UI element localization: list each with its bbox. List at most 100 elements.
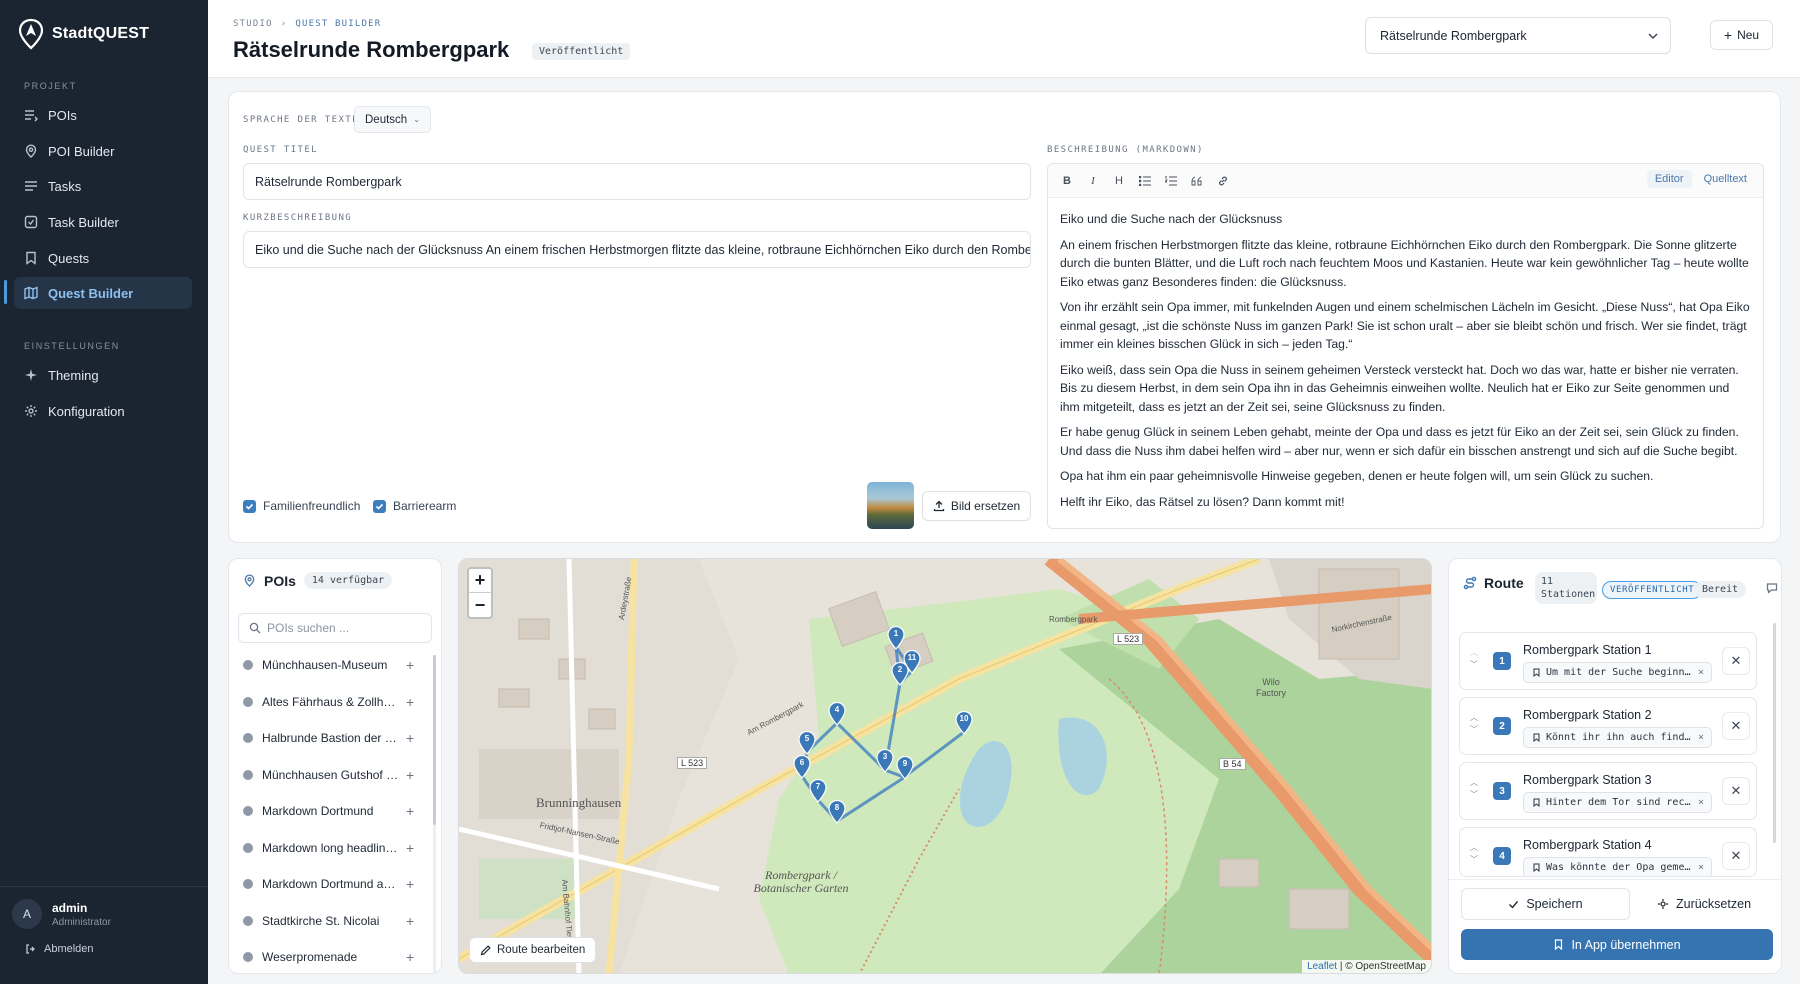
new-quest-button[interactable]: + Neu	[1710, 20, 1773, 50]
add-poi-button[interactable]: +	[406, 694, 414, 710]
poi-search-input[interactable]: POIs suchen ...	[238, 613, 432, 643]
reset-button[interactable]: Zurücksetzen	[1635, 888, 1773, 920]
zoom-out-button[interactable]: −	[469, 593, 491, 617]
link-icon[interactable]	[1216, 174, 1230, 188]
route-station[interactable]: ︿ ﹀ 1 Rombergpark Station 1 Um mit der Su…	[1459, 632, 1757, 690]
add-poi-button[interactable]: +	[406, 876, 414, 892]
family-friendly-checkbox[interactable]: Familienfreundlich	[243, 499, 360, 513]
station-task-tag[interactable]: Hinter dem Tor sind recht viele ×	[1523, 792, 1712, 813]
poi-list-item[interactable]: Markdown long headline example +	[229, 830, 441, 867]
short-description-input[interactable]: Eiko und die Suche nach der Glücksnuss A…	[243, 231, 1031, 268]
map-marker-6[interactable]: 6	[793, 755, 811, 779]
route-map[interactable]: Brunninghausen Rombergpark / Botanischer…	[458, 558, 1432, 974]
leaflet-link[interactable]: Leaflet	[1307, 961, 1337, 972]
station-task-tag[interactable]: Um mit der Suche beginnen zu können ×	[1523, 662, 1712, 683]
remove-task-icon[interactable]: ×	[1698, 732, 1704, 743]
language-select[interactable]: Deutsch ⌄	[354, 106, 431, 133]
quest-select[interactable]: Rätselrunde Rombergpark	[1365, 17, 1671, 54]
user-profile[interactable]: A admin Administrator	[12, 899, 196, 929]
bold-button[interactable]: B	[1060, 174, 1074, 188]
remove-station-button[interactable]: ✕	[1722, 647, 1750, 675]
add-poi-button[interactable]: +	[406, 730, 414, 746]
tab-editor[interactable]: Editor	[1646, 170, 1692, 188]
move-down-icon[interactable]: ﹀	[1469, 724, 1479, 736]
route-station[interactable]: ︿ ﹀ 2 Rombergpark Station 2 Könnt ihr ihn…	[1459, 697, 1757, 755]
move-up-icon[interactable]: ︿	[1469, 712, 1479, 724]
barrier-free-checkbox[interactable]: Barrierearm	[373, 499, 456, 513]
nav-item-tasks[interactable]: Tasks	[14, 170, 192, 202]
reorder-arrows[interactable]: ︿ ﹀	[1469, 647, 1479, 671]
reorder-arrows[interactable]: ︿ ﹀	[1469, 777, 1479, 801]
map-marker-7[interactable]: 7	[809, 779, 827, 803]
add-poi-button[interactable]: +	[406, 840, 414, 856]
breadcrumb-studio[interactable]: STUDIO	[233, 19, 273, 29]
markdown-editor[interactable]: B I H Editor Quelltext Eiko und die Such…	[1047, 163, 1764, 529]
remove-station-button[interactable]: ✕	[1722, 777, 1750, 805]
poi-list-item[interactable]: Stadtkirche St. Nicolai +	[229, 903, 441, 940]
map-marker-4[interactable]: 4	[828, 702, 846, 726]
ordered-list-icon[interactable]	[1164, 174, 1178, 188]
add-poi-button[interactable]: +	[406, 803, 414, 819]
poi-list-item[interactable]: Halbrunde Bastion der Stadtmauer +	[229, 720, 441, 757]
nav-item-konfiguration[interactable]: Konfiguration	[14, 395, 192, 427]
tab-source[interactable]: Quelltext	[1696, 170, 1755, 188]
station-task-tag[interactable]: Was könnte der Opa gemeint haben? ×	[1523, 857, 1712, 876]
map-marker-8[interactable]: 8	[828, 800, 846, 824]
station-task-tag[interactable]: Könnt ihr ihn auch finden? ×	[1523, 727, 1712, 748]
map-marker-3[interactable]: 3	[876, 749, 894, 773]
move-down-icon[interactable]: ﹀	[1469, 854, 1479, 866]
route-scrollbar[interactable]	[1773, 623, 1776, 843]
reorder-arrows[interactable]: ︿ ﹀	[1469, 712, 1479, 736]
move-up-icon[interactable]: ︿	[1469, 842, 1479, 854]
editor-content[interactable]: Eiko und die Suche nach der Glücksnuss A…	[1048, 198, 1763, 530]
add-poi-button[interactable]: +	[406, 657, 414, 673]
logout-link[interactable]: Abmelden	[12, 943, 196, 955]
remove-task-icon[interactable]: ×	[1698, 667, 1704, 678]
add-poi-button[interactable]: +	[406, 767, 414, 783]
replace-image-button[interactable]: Bild ersetzen	[922, 491, 1031, 521]
route-station[interactable]: ︿ ﹀ 4 Rombergpark Station 4 Was könnte de…	[1459, 827, 1757, 877]
remove-task-icon[interactable]: ×	[1698, 797, 1704, 808]
move-down-icon[interactable]: ﹀	[1469, 659, 1479, 671]
nav-item-theming[interactable]: Theming	[14, 359, 192, 391]
nav-item-pois[interactable]: POIs	[14, 99, 192, 131]
remove-task-icon[interactable]: ×	[1698, 862, 1704, 873]
map-marker-10[interactable]: 10	[955, 711, 973, 735]
map-marker-5[interactable]: 5	[798, 731, 816, 755]
remove-station-button[interactable]: ✕	[1722, 842, 1750, 870]
add-poi-button[interactable]: +	[406, 913, 414, 929]
quest-image-thumbnail[interactable]	[867, 482, 914, 529]
nav-item-quests[interactable]: Quests	[14, 242, 192, 274]
map-marker-11[interactable]: 11	[903, 650, 921, 674]
zoom-in-button[interactable]: +	[469, 569, 491, 593]
move-up-icon[interactable]: ︿	[1469, 647, 1479, 659]
heading-button[interactable]: H	[1112, 174, 1126, 188]
reorder-arrows[interactable]: ︿ ﹀	[1469, 842, 1479, 866]
italic-button[interactable]: I	[1086, 174, 1100, 188]
poi-list-item[interactable]: Markdown Dortmund +	[229, 793, 441, 830]
nav-item-quest-builder[interactable]: Quest Builder	[14, 277, 192, 309]
app-logo[interactable]: StadtQUEST	[18, 18, 149, 50]
poi-list-item[interactable]: Weserpromenade +	[229, 939, 441, 973]
poi-list-item[interactable]: Münchhausen Gutshof / Herrenhaus +	[229, 757, 441, 794]
quest-title-input[interactable]: Rätselrunde Rombergpark	[243, 163, 1031, 200]
map-marker-1[interactable]: 1	[887, 626, 905, 650]
bullet-list-icon[interactable]	[1138, 174, 1152, 188]
comment-icon[interactable]	[1766, 582, 1778, 594]
save-button[interactable]: Speichern	[1461, 888, 1630, 920]
apply-in-app-button[interactable]: In App übernehmen	[1461, 929, 1773, 960]
poi-scrollbar-thumb[interactable]	[433, 655, 436, 825]
remove-station-button[interactable]: ✕	[1722, 712, 1750, 740]
poi-list-item[interactable]: Altes Fährhaus & Zollhaus +	[229, 684, 441, 721]
route-station[interactable]: ︿ ﹀ 3 Rombergpark Station 3 Hinter dem To…	[1459, 762, 1757, 820]
quote-icon[interactable]	[1190, 174, 1204, 188]
move-down-icon[interactable]: ﹀	[1469, 789, 1479, 801]
poi-list-item[interactable]: Münchhausen-Museum +	[229, 647, 441, 684]
nav-item-poi-builder[interactable]: POI Builder	[14, 135, 192, 167]
move-up-icon[interactable]: ︿	[1469, 777, 1479, 789]
map-marker-9[interactable]: 9	[896, 756, 914, 780]
add-poi-button[interactable]: +	[406, 949, 414, 965]
route-edit-button[interactable]: Route bearbeiten	[469, 937, 597, 963]
nav-item-task-builder[interactable]: Task Builder	[14, 206, 192, 238]
poi-list-item[interactable]: Markdown Dortmund ausführlich +	[229, 866, 441, 903]
